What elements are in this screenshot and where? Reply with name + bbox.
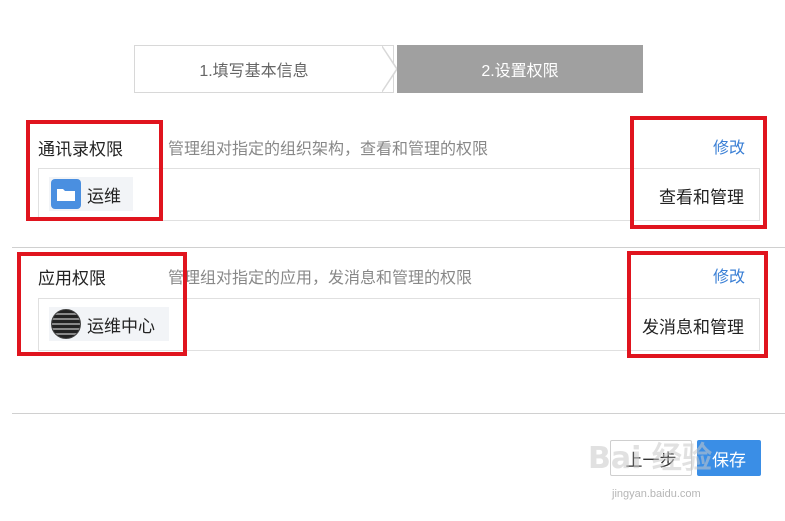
- save-label: 保存: [712, 450, 746, 470]
- step-basic-info-label: 1.填写基本信息: [199, 63, 309, 80]
- step-basic-info[interactable]: 1.填写基本信息: [134, 45, 394, 93]
- step-arrow-inner: [381, 46, 396, 92]
- contacts-permission-description: 管理组对指定的组织架构，查看和管理的权限: [168, 141, 489, 158]
- highlight-contacts-level: [630, 116, 767, 229]
- footer-divider: [12, 413, 785, 414]
- highlight-app-level: [627, 251, 768, 358]
- step-permissions-label: 2.设置权限: [481, 63, 559, 80]
- baidu-watermark-url: jingyan.baidu.com: [612, 488, 701, 500]
- highlight-app-scope: [17, 252, 187, 356]
- step-permissions[interactable]: 2.设置权限: [397, 45, 643, 93]
- app-permission-description: 管理组对指定的应用，发消息和管理的权限: [168, 270, 473, 287]
- baidu-watermark: Bai 经验: [588, 441, 712, 476]
- highlight-contacts-scope: [26, 120, 163, 221]
- section-divider: [12, 247, 785, 248]
